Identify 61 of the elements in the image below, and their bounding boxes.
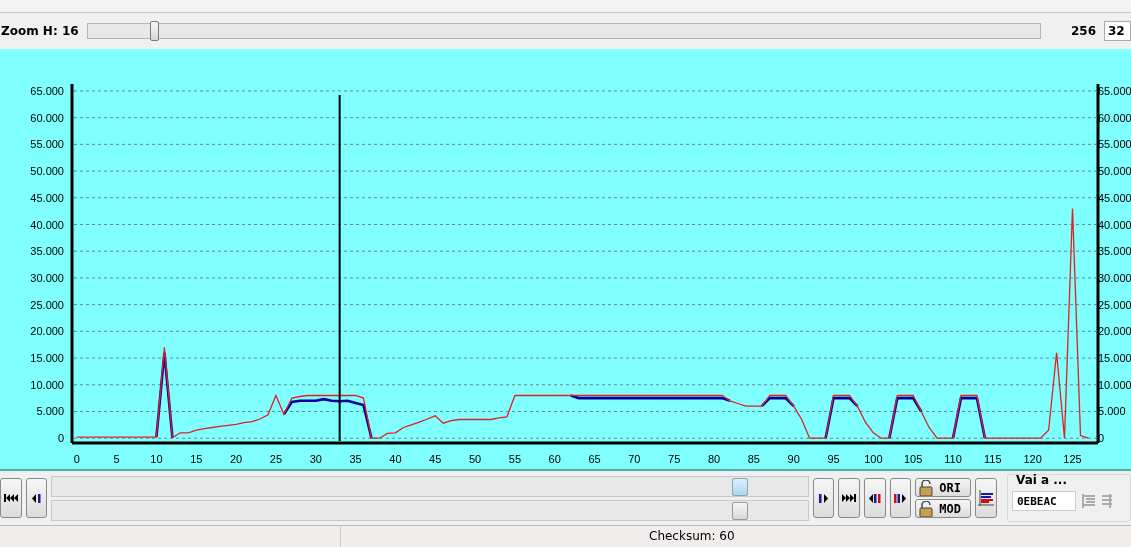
y-tick-label: 0	[57, 432, 64, 445]
y-tick-label: 30.000	[1098, 271, 1131, 284]
x-tick-label: 30	[309, 453, 322, 465]
y-tick-label: 45.000	[30, 191, 64, 204]
x-tick-label: 95	[827, 453, 840, 465]
x-tick-label: 65	[588, 453, 601, 465]
x-tick-label: 40	[389, 453, 402, 465]
y-tick-label: 50.000	[1098, 165, 1131, 178]
y-tick-label: 40.000	[1098, 218, 1131, 231]
x-tick-label: 70	[628, 453, 641, 465]
x-tick-label: 35	[349, 453, 362, 465]
x-tick-label: 50	[468, 453, 482, 465]
zoom-field[interactable]: 32	[1104, 21, 1131, 41]
address-field[interactable]: 0EBEAC	[1012, 491, 1076, 511]
y-tick-label: 20.000	[30, 325, 64, 338]
y-tick-label: 20.000	[1098, 325, 1131, 338]
x-tick-label: 55	[508, 453, 522, 465]
goto-title: Vai a ...	[1016, 473, 1068, 487]
x-tick-label: 110	[944, 453, 962, 465]
lock-button[interactable]: MOD	[915, 499, 972, 518]
zoom-label: Zoom H: 16	[1, 24, 79, 38]
x-tick-label: 105	[904, 453, 923, 465]
x-tick-label: 80	[707, 453, 721, 465]
x-tick-label: 0	[73, 453, 80, 465]
x-tick-label: 85	[747, 453, 760, 465]
y-tick-label: 65.000	[30, 84, 64, 97]
y-tick-label: 55.000	[1098, 138, 1131, 151]
lock-button[interactable]: ORI	[915, 478, 972, 497]
y-tick-label: 25.000	[1098, 298, 1131, 311]
y-tick-label: 30.000	[30, 271, 64, 284]
y-tick-label: 35.000	[1098, 245, 1131, 258]
y-tick-label: 10.000	[1098, 378, 1131, 391]
y-tick-label: 40.000	[30, 218, 64, 231]
y-tick-label: 55.000	[30, 138, 64, 151]
x-tick-label: 60	[548, 453, 561, 465]
y-tick-label: 5.000	[36, 405, 64, 418]
x-tick-label: 90	[787, 453, 800, 465]
x-tick-label: 115	[984, 453, 1002, 465]
y-tick-label: 60.000	[1098, 111, 1131, 124]
y-tick-label: 15.000	[30, 352, 64, 365]
x-tick-label: 15	[190, 453, 203, 465]
x-tick-label: 125	[1063, 453, 1082, 465]
x-tick-label: 25	[269, 453, 283, 465]
zoom-max-label: 256	[1070, 24, 1096, 38]
y-tick-label: 5.000	[1098, 405, 1126, 418]
y-tick-label: 25.000	[30, 298, 64, 311]
y-tick-label: 10.000	[30, 378, 64, 391]
x-tick-label: 20	[229, 453, 243, 465]
y-tick-label: 65.000	[1098, 84, 1131, 97]
y-tick-label: 50.000	[30, 165, 64, 178]
x-tick-label: 120	[1023, 453, 1042, 465]
checksum-text: Checksum: 60	[648, 528, 735, 545]
y-tick-label: 35.000	[30, 245, 64, 258]
x-tick-label: 75	[668, 453, 681, 465]
y-tick-label: 45.000	[1098, 191, 1131, 204]
x-tick-label: 10	[150, 453, 163, 465]
y-tick-label: 60.000	[30, 111, 64, 124]
y-tick-label: 15.000	[1098, 352, 1131, 365]
x-tick-label: 45	[429, 453, 442, 465]
x-tick-label: 100	[864, 453, 883, 465]
x-tick-label: 5	[113, 453, 120, 465]
